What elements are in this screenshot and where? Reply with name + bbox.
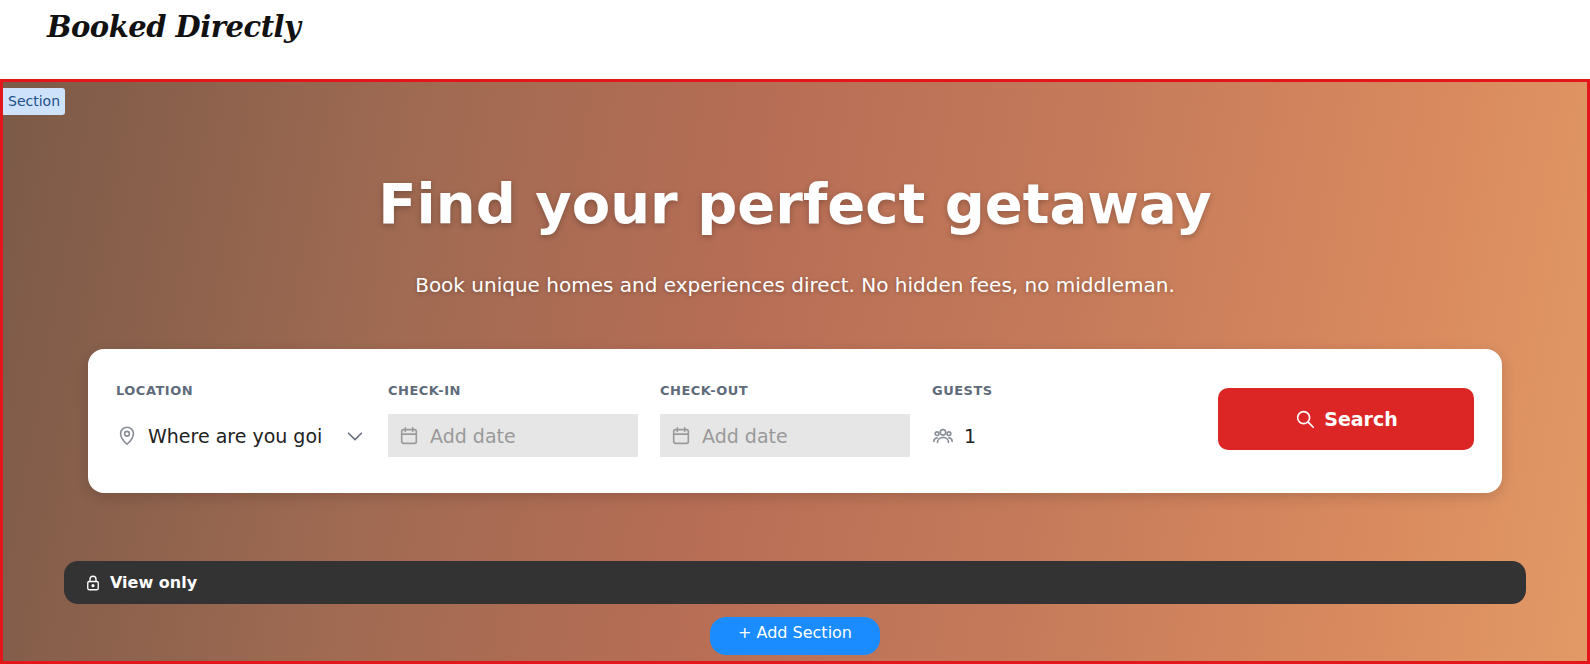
location-pin-icon <box>116 425 138 447</box>
date-input[interactable]: Add date <box>388 414 638 457</box>
section-badge: Section <box>3 88 65 115</box>
people-icon <box>932 425 954 447</box>
field-label: LOCATION <box>116 381 366 401</box>
field-label: CHECK-IN <box>388 381 638 401</box>
field-label: GUESTS <box>932 381 1182 401</box>
date-placeholder: Add date <box>430 422 628 451</box>
calendar-icon <box>670 425 692 447</box>
add-section-button[interactable]: + Add Section <box>710 617 880 655</box>
hero-title: Find your perfect getaway <box>378 168 1211 241</box>
search-field: GUESTS 1 <box>932 381 1182 458</box>
chevron-down-icon <box>344 425 366 447</box>
view-only-label: View only <box>110 571 197 595</box>
logo[interactable]: Booked Directly <box>47 6 300 50</box>
search-field: CHECK-OUT Add date <box>660 381 910 458</box>
lock-icon <box>84 574 102 592</box>
search-icon <box>1294 408 1316 430</box>
calendar-icon <box>398 425 420 447</box>
hero-section[interactable]: Section Find your perfect getaway Book uni… <box>0 79 1590 664</box>
guests-input[interactable]: 1 <box>932 414 1182 457</box>
guests-value: 1 <box>964 422 1182 451</box>
search-button-label: Search <box>1324 405 1398 434</box>
site-header: Booked Directly <box>0 0 1590 79</box>
search-field: CHECK-IN Add date <box>388 381 638 458</box>
hero-content: Find your perfect getaway Book unique hom… <box>3 82 1587 655</box>
search-field: LOCATION Where are you goi <box>116 381 366 458</box>
field-label: CHECK-OUT <box>660 381 910 401</box>
hero-subtitle: Book unique homes and experiences direct… <box>415 271 1175 299</box>
location-value: Where are you goi <box>148 422 334 451</box>
search-fields: LOCATION Where are you goi CHECK-IN Add dat… <box>116 381 1182 458</box>
date-placeholder: Add date <box>702 422 900 451</box>
search-card: LOCATION Where are you goi CHECK-IN Add dat… <box>88 349 1502 494</box>
date-input[interactable]: Add date <box>660 414 910 457</box>
search-button[interactable]: Search <box>1218 388 1474 450</box>
view-only-bar: View only <box>64 561 1526 604</box>
location-select[interactable]: Where are you goi <box>116 414 366 457</box>
